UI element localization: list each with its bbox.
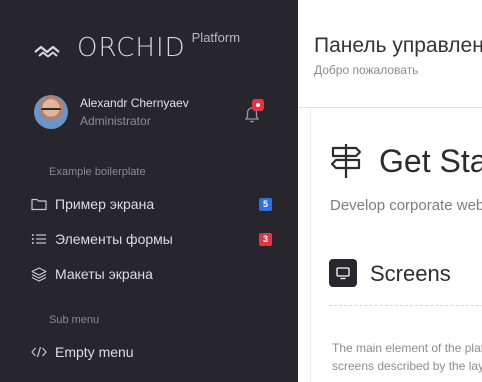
menu-item-label: Empty menu <box>55 344 134 360</box>
orchid-logo-icon <box>34 45 60 58</box>
user-profile[interactable]: Alexandr Chernyaev Administrator <box>34 94 272 130</box>
brand-name: ORCHID <box>77 33 186 63</box>
menu-item-label: Элементы формы <box>55 231 173 247</box>
notifications-button[interactable] <box>244 99 264 124</box>
menu-item-form-elements[interactable]: Элементы формы 3 <box>30 226 272 252</box>
monitor-icon <box>329 259 357 287</box>
signpost-icon <box>330 144 362 178</box>
main-content: Панель управления Добро пожаловать Get S… <box>298 0 482 382</box>
screens-description-line: screens described by the layouts <box>332 359 482 373</box>
hero-description: Develop corporate web applications <box>330 197 482 214</box>
layers-icon <box>30 265 48 283</box>
menu-badge: 3 <box>259 232 272 246</box>
avatar <box>34 95 68 129</box>
hero-title: Get Started <box>379 143 482 179</box>
list-icon <box>30 230 48 248</box>
brand[interactable]: ORCHID Platform <box>33 30 241 66</box>
section-label-submenu: Sub menu <box>49 314 100 326</box>
menu-item-example-screen[interactable]: Пример экрана 5 <box>30 191 272 217</box>
sidebar: ORCHID Platform Alexandr Chernyaev Admin… <box>0 0 298 382</box>
menu-badge: 5 <box>259 197 272 211</box>
page-title: Панель управления <box>314 34 482 57</box>
section-label-example: Example boilerplate <box>49 166 146 178</box>
menu-item-label: Макеты экрана <box>55 266 153 282</box>
screens-description-line: The main element of the platform <box>332 341 482 355</box>
screens-title: Screens <box>370 261 451 286</box>
menu-item-empty-menu[interactable]: Empty menu <box>30 339 272 365</box>
menu-item-screen-layouts[interactable]: Макеты экрана <box>30 261 272 287</box>
screens-description: The main element of the platform screens… <box>332 339 482 375</box>
brand-subtitle: Platform <box>191 30 241 45</box>
divider <box>329 305 482 306</box>
menu-item-label: Пример экрана <box>55 196 155 212</box>
page-header: Панель управления Добро пожаловать <box>298 0 482 108</box>
page-subtitle: Добро пожаловать <box>314 63 419 77</box>
code-icon <box>30 343 48 361</box>
notification-badge <box>252 99 264 111</box>
dashboard-panel: Get Started Develop corporate web applic… <box>310 109 482 382</box>
folder-icon <box>30 195 48 213</box>
